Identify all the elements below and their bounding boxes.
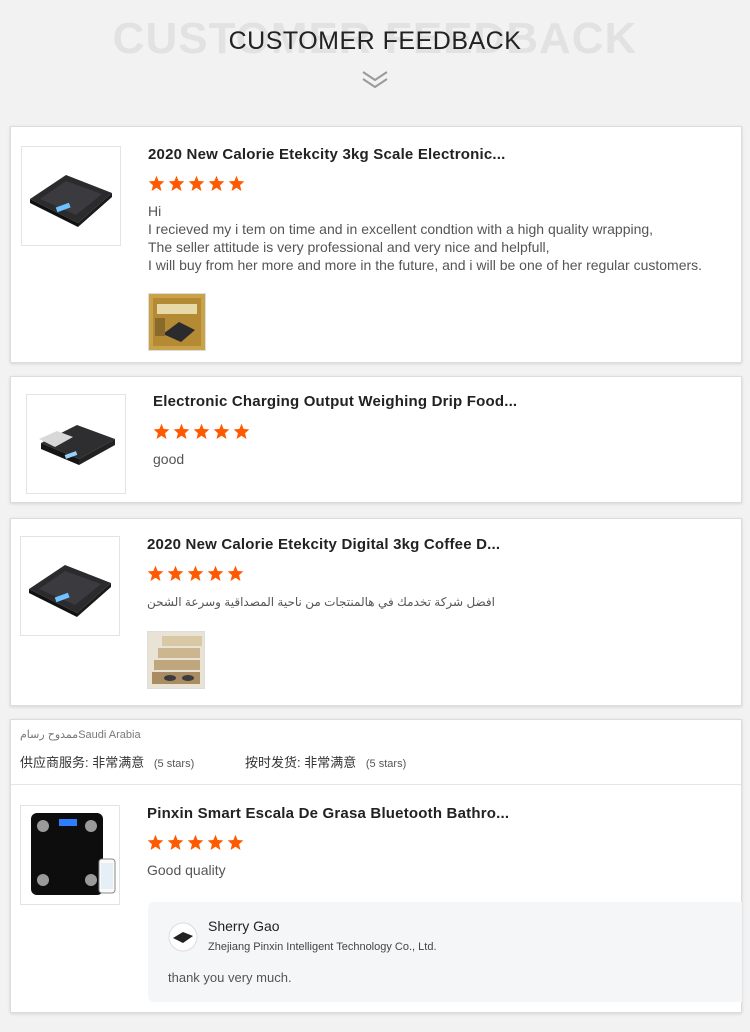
seller-name: Sherry Gao	[208, 918, 280, 934]
star-icon	[233, 423, 250, 439]
star-rating	[147, 565, 244, 582]
page-title: CUSTOMER FEEDBACK	[228, 27, 522, 55]
review-photo-scale-in-box	[149, 294, 205, 350]
reviewer-name: ممدوح رسامSaudi Arabia	[20, 729, 141, 741]
supplier-service-value: 非常满意	[92, 755, 145, 770]
star-icon	[147, 834, 164, 850]
reply-text: thank you very much.	[168, 970, 292, 985]
star-icon	[207, 565, 224, 581]
star-icon	[193, 423, 210, 439]
section-header: CUSTOMER FEEDBACK CUSTOMER FEEDBACK	[0, 0, 750, 120]
review-card: 2020 New Calorie Etekcity 3kg Scale Elec…	[10, 126, 742, 363]
star-icon	[148, 175, 165, 191]
review-card: ممدوح رسامSaudi Arabia 供应商服务: 非常满意 (5 st…	[10, 719, 742, 1013]
seller-avatar-icon	[168, 922, 198, 952]
review-text: good	[153, 451, 185, 467]
divider	[11, 784, 741, 785]
star-icon	[153, 423, 170, 439]
ontime-shipping-value: 非常满意	[304, 755, 357, 770]
star-icon	[168, 175, 185, 191]
seller-reply: Sherry Gao Zhejiang Pinxin Intelligent T…	[148, 902, 742, 1002]
product-title[interactable]: 2020 New Calorie Etekcity Digital 3kg Co…	[147, 536, 500, 553]
drip-scale-image	[39, 425, 115, 465]
product-thumbnail[interactable]	[20, 536, 120, 636]
star-icon	[188, 175, 205, 191]
review-text: Good quality	[147, 862, 226, 878]
supplier-service-rating: 供应商服务: 非常满意 (5 stars)	[20, 752, 194, 771]
star-icon	[173, 423, 190, 439]
product-title[interactable]: Electronic Charging Output Weighing Drip…	[153, 393, 517, 410]
review-photo-boxes	[148, 632, 204, 688]
star-icon	[187, 834, 204, 850]
ontime-shipping-rating: 按时发货: 非常满意 (5 stars)	[245, 752, 406, 771]
ontime-shipping-stars: (5 stars)	[365, 758, 407, 770]
star-rating	[147, 834, 244, 851]
kitchen-scale-image	[30, 175, 112, 227]
star-icon	[228, 175, 245, 191]
star-icon	[207, 834, 224, 850]
double-chevron-down-icon	[362, 71, 388, 89]
bathroom-scale-image	[31, 813, 116, 895]
star-rating	[153, 423, 250, 440]
kitchen-scale-image	[29, 565, 111, 617]
ontime-shipping-label: 按时发货:	[245, 755, 301, 770]
product-thumbnail[interactable]	[26, 394, 126, 494]
star-icon	[167, 565, 184, 581]
star-icon	[187, 565, 204, 581]
review-text: Hi I recieved my i tem on time and in ex…	[148, 203, 703, 273]
star-icon	[147, 565, 164, 581]
product-thumbnail[interactable]	[21, 146, 121, 246]
product-title[interactable]: 2020 New Calorie Etekcity 3kg Scale Elec…	[148, 146, 505, 163]
product-title[interactable]: Pinxin Smart Escala De Grasa Bluetooth B…	[147, 805, 509, 822]
star-icon	[208, 175, 225, 191]
star-icon	[213, 423, 230, 439]
review-card: 2020 New Calorie Etekcity Digital 3kg Co…	[10, 518, 742, 706]
seller-company: Zhejiang Pinxin Intelligent Technology C…	[208, 941, 437, 953]
star-icon	[227, 565, 244, 581]
review-card: Electronic Charging Output Weighing Drip…	[10, 376, 742, 503]
star-icon	[167, 834, 184, 850]
review-photo[interactable]	[148, 293, 206, 351]
star-rating	[148, 175, 245, 192]
supplier-service-stars: (5 stars)	[153, 758, 195, 770]
product-thumbnail[interactable]	[20, 805, 120, 905]
star-icon	[227, 834, 244, 850]
review-photo[interactable]	[147, 631, 205, 689]
review-text: افضل شركة تخدمك في هالمنتجات من ناحية ال…	[147, 595, 496, 609]
supplier-service-label: 供应商服务:	[20, 755, 89, 770]
